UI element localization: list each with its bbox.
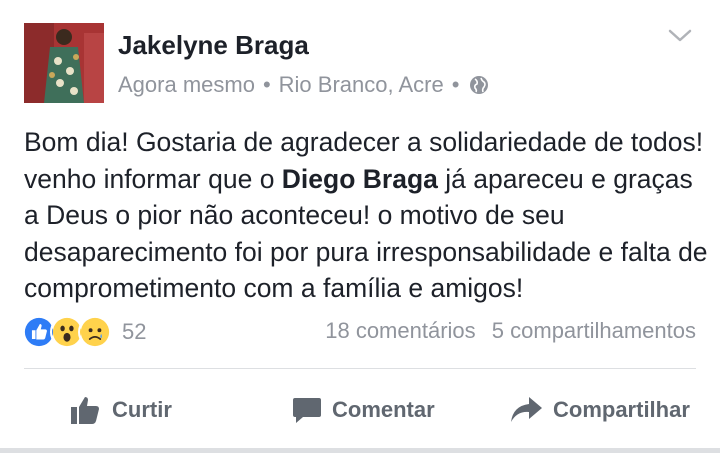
share-button[interactable]: Compartilhar — [509, 392, 690, 428]
thumbs-up-icon — [71, 397, 99, 424]
author-name[interactable]: Jakelyne Braga — [118, 30, 309, 61]
share-arrow-icon — [511, 397, 542, 422]
facebook-post: Jakelyne Braga Agora mesmo • Rio Branco,… — [0, 0, 720, 453]
post-separator-bar — [0, 448, 720, 453]
post-location[interactable]: Rio Branco, Acre — [279, 72, 444, 98]
separator: • — [262, 72, 271, 97]
avatar[interactable] — [24, 23, 104, 103]
post-stats: 18 comentários 5 compartilhamentos — [325, 318, 696, 344]
chevron-down-icon[interactable] — [667, 26, 693, 46]
like-button[interactable]: Curtir — [70, 392, 172, 428]
comment-button[interactable]: Comentar — [292, 392, 435, 428]
comment-icon — [293, 398, 321, 423]
separator: • — [451, 72, 460, 97]
divider — [24, 368, 696, 369]
sad-icon — [78, 315, 112, 349]
post-time[interactable]: Agora mesmo — [118, 72, 255, 98]
share-button-label: Compartilhar — [553, 397, 690, 422]
comment-button-label: Comentar — [332, 397, 435, 422]
shares-count[interactable]: 5 compartilhamentos — [492, 318, 696, 343]
post-meta: Agora mesmo • Rio Branco, Acre • — [118, 72, 489, 98]
comments-count[interactable]: 18 comentários — [325, 318, 475, 343]
reactions-summary[interactable]: 52 — [22, 314, 146, 350]
like-button-label: Curtir — [112, 397, 172, 422]
post-body: Bom dia! Gostaria de agradecer a solidar… — [24, 124, 714, 307]
tagged-name[interactable]: Diego Braga — [282, 164, 438, 194]
reaction-count: 52 — [122, 319, 147, 344]
globe-icon — [469, 75, 489, 95]
